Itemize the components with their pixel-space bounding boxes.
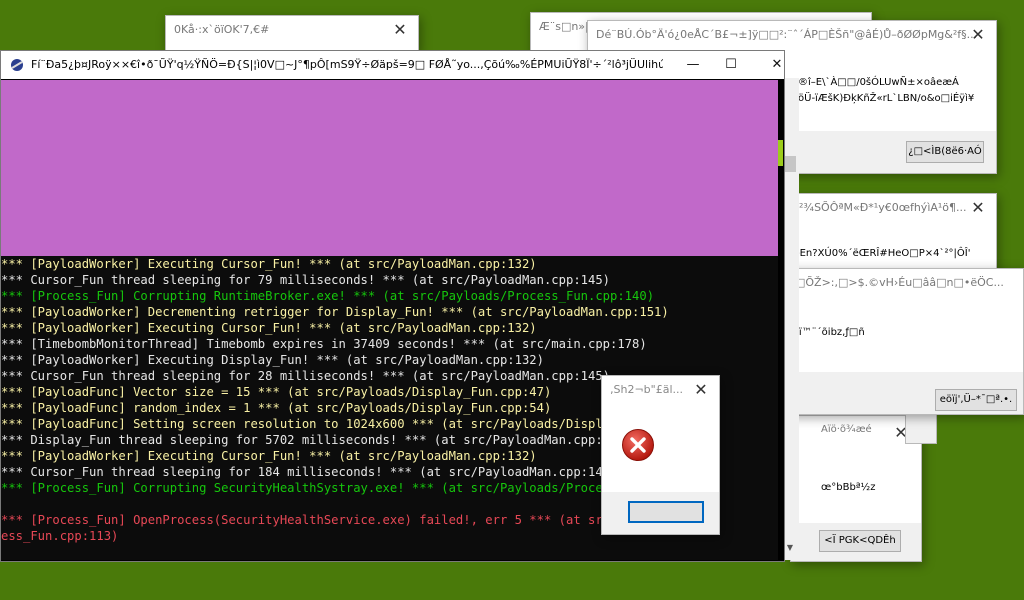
console-line: *** [PayloadFunc] Setting screen resolut… bbox=[1, 417, 706, 431]
console-line: *** [TimebombMonitorThread] Timebomb exp… bbox=[1, 337, 647, 351]
close-icon[interactable]: ✕ bbox=[962, 194, 994, 222]
error-dialog[interactable]: ‚Sh2¬b"£äl... ✕ bbox=[601, 375, 720, 535]
console-line: ess_Fun.cpp:113) bbox=[1, 529, 119, 543]
purple-overlay bbox=[1, 80, 778, 256]
window-title: Fí¨Ða5¿þ¤JRoÿ××€î•ð¯ŨŸ'q½ŸÑÖ=Ð{S|¦ì0V□~J… bbox=[31, 58, 663, 71]
message-text: Aïö·õ¾æé bbox=[821, 424, 872, 435]
message-text: ®î–E\`À□□/0šÓLUwÑ±×oâeæÁ bbox=[798, 77, 959, 88]
background-window-1[interactable]: 0Kå·:x`öïOK'7,€# ✕ bbox=[165, 15, 419, 52]
maximize-button[interactable]: ☐ bbox=[708, 51, 754, 79]
ok-button[interactable] bbox=[628, 501, 704, 523]
scroll-indicator bbox=[778, 140, 783, 166]
close-icon[interactable]: ✕ bbox=[962, 21, 994, 49]
console-line: *** Cursor_Fun thread sleeping for 184 m… bbox=[1, 465, 618, 479]
close-icon[interactable]: ✕ bbox=[384, 16, 416, 44]
error-icon bbox=[621, 428, 655, 462]
close-icon[interactable]: ✕ bbox=[685, 376, 717, 404]
background-window-4[interactable]: ²¾SÕÔªM«Ð*¹y€0œfhýìA¹ö¶... ✕ -En?XÚ0%´ëŒ… bbox=[790, 193, 997, 280]
window-title: Dé¨BÚ.Ób°Ä'ó¿0eÅC´B£¬±]ÿ□□²:¨ˆ´ÁP□ÈŠñ"@â… bbox=[596, 28, 978, 41]
window-title: 0Kå·:x`öïOK'7,€# bbox=[174, 23, 270, 36]
dialog-button[interactable]: ¿□<ÌB(8ë6·AÓ bbox=[906, 141, 984, 163]
message-text: œ°bBbª½z bbox=[821, 482, 876, 493]
background-window-5[interactable]: □ÕŽ>:,□>$.©vH›Éu□ââ□n□•ëÖC... )ï™¨´õibz,… bbox=[786, 268, 1024, 415]
scrollbar-thumb[interactable] bbox=[784, 156, 796, 172]
message-text: )ï™¨´õibz,ƒ□ñ bbox=[795, 327, 865, 338]
title-bar[interactable]: Fí¨Ða5¿þ¤JRoÿ××€î•ð¯ŨŸ'q½ŸÑÖ=Ð{S|¦ì0V□~J… bbox=[1, 51, 784, 79]
message-text: öÜ-ïÆšK)ÐķKñŽ«rL`LBN/o&o□iÉÿì¥ bbox=[798, 93, 975, 104]
console-line: *** Cursor_Fun thread sleeping for 28 mi… bbox=[1, 369, 611, 383]
background-window-6[interactable]: ✕ Aïö·õ¾æé œ°bBbª½z <Ï PGK<QDÊh bbox=[790, 415, 922, 562]
dialog-button[interactable]: <Ï PGK<QDÊh bbox=[819, 530, 901, 552]
console-line: *** [PayloadFunc] random_index = 1 *** (… bbox=[1, 401, 552, 415]
scroll-down-icon[interactable]: ▼ bbox=[784, 542, 796, 554]
message-text: -En?XÚ0%´ëŒRÎ#HeO□P×4`²°|ÔÎ' bbox=[796, 248, 971, 259]
window-title: □ÕŽ>:,□>$.©vH›Éu□ââ□n□•ëÖC... bbox=[795, 276, 1004, 289]
console-line: *** [PayloadWorker] Executing Cursor_Fun… bbox=[1, 321, 537, 335]
console-line: *** Display_Fun thread sleeping for 5702… bbox=[1, 433, 633, 447]
console-line: *** Cursor_Fun thread sleeping for 79 mi… bbox=[1, 273, 611, 287]
console-line: *** [PayloadWorker] Decrementing retrigg… bbox=[1, 305, 669, 319]
close-button[interactable]: ✕ bbox=[754, 51, 800, 79]
app-icon bbox=[9, 57, 25, 73]
console-line: *** [PayloadWorker] Executing Cursor_Fun… bbox=[1, 257, 537, 271]
console-line: *** [PayloadWorker] Executing Cursor_Fun… bbox=[1, 449, 537, 463]
console-line: *** [Process_Fun] Corrupting RuntimeBrok… bbox=[1, 289, 655, 303]
console-line: *** [PayloadWorker] Executing Display_Fu… bbox=[1, 353, 544, 367]
console-line: *** [PayloadFunc] Vector size = 15 *** (… bbox=[1, 385, 552, 399]
dialog-button[interactable]: eöïj',Ü–*¯□ª.•. bbox=[935, 389, 1017, 411]
